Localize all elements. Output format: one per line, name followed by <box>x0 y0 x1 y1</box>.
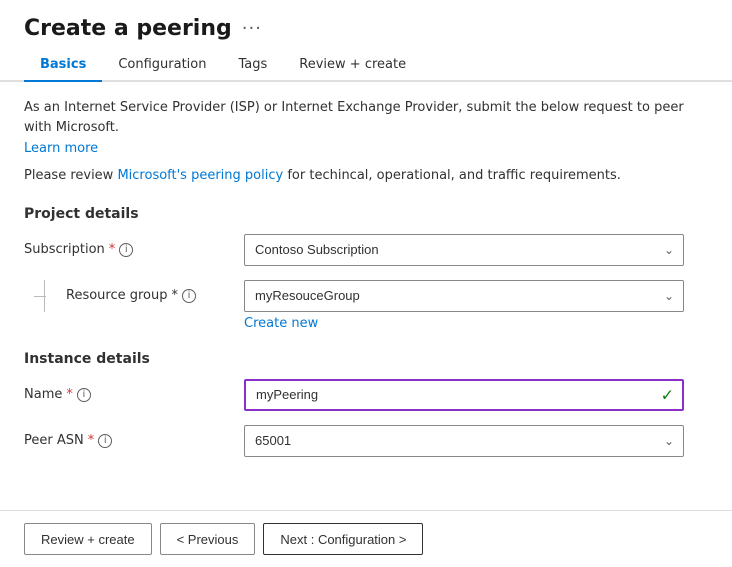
name-control: ✓ <box>244 379 684 411</box>
peer-asn-required: * <box>88 433 95 448</box>
peer-asn-select-wrapper: 65001 ⌄ <box>244 425 684 457</box>
name-check-icon: ✓ <box>661 385 674 404</box>
tab-configuration[interactable]: Configuration <box>102 49 222 82</box>
subscription-required: * <box>109 242 116 257</box>
subscription-info-icon[interactable]: i <box>119 243 133 257</box>
peer-asn-row: Peer ASN * i 65001 ⌄ <box>24 425 708 457</box>
tab-basics[interactable]: Basics <box>24 49 102 82</box>
previous-button[interactable]: < Previous <box>160 523 256 555</box>
create-new-link[interactable]: Create new <box>244 316 318 331</box>
next-configuration-button[interactable]: Next : Configuration > <box>263 523 423 555</box>
subscription-select[interactable]: Contoso Subscription <box>244 234 684 266</box>
resource-group-select[interactable]: myResouceGroup <box>244 280 684 312</box>
resource-group-label-wrapper: Resource group * i <box>54 280 196 312</box>
review-create-button[interactable]: Review + create <box>24 523 152 555</box>
tree-connector <box>34 280 54 312</box>
subscription-label: Subscription * i <box>24 242 244 257</box>
peer-asn-select[interactable]: 65001 <box>244 425 684 457</box>
page-container: Create a peering ··· Basics Configuratio… <box>0 0 732 567</box>
resource-group-info-icon[interactable]: i <box>182 289 196 303</box>
header: Create a peering ··· <box>0 0 732 49</box>
subscription-control: Contoso Subscription ⌄ <box>244 234 684 266</box>
learn-more-link[interactable]: Learn more <box>24 141 98 156</box>
more-options-icon[interactable]: ··· <box>242 18 262 39</box>
tab-review-create[interactable]: Review + create <box>283 49 422 82</box>
name-row: Name * i ✓ <box>24 379 708 411</box>
resource-group-control: myResouceGroup ⌄ Create new <box>244 280 684 331</box>
content-area: As an Internet Service Provider (ISP) or… <box>0 82 732 510</box>
peer-asn-control: 65001 ⌄ <box>244 425 684 457</box>
peer-asn-label: Peer ASN * i <box>24 433 244 448</box>
resource-group-label-area: Resource group * i <box>24 280 244 312</box>
project-details-title: Project details <box>24 206 708 222</box>
subscription-row: Subscription * i Contoso Subscription ⌄ <box>24 234 708 266</box>
tabs-bar: Basics Configuration Tags Review + creat… <box>0 49 732 82</box>
resource-group-select-wrapper: myResouceGroup ⌄ <box>244 280 684 312</box>
page-title: Create a peering <box>24 16 232 41</box>
policy-text: Please review Microsoft's peering policy… <box>24 166 708 186</box>
name-required: * <box>66 387 73 402</box>
resource-group-required: * <box>172 288 179 303</box>
resource-group-section: Resource group * i myResouceGroup ⌄ Crea… <box>24 280 708 331</box>
tree-horizontal-line <box>34 296 46 297</box>
name-input[interactable] <box>244 379 684 411</box>
tab-tags[interactable]: Tags <box>223 49 284 82</box>
name-info-icon[interactable]: i <box>77 388 91 402</box>
name-label: Name * i <box>24 387 244 402</box>
peer-asn-info-icon[interactable]: i <box>98 434 112 448</box>
instance-details-title: Instance details <box>24 351 708 367</box>
footer: Review + create < Previous Next : Config… <box>0 510 732 567</box>
subscription-select-wrapper: Contoso Subscription ⌄ <box>244 234 684 266</box>
name-input-wrapper: ✓ <box>244 379 684 411</box>
peering-policy-link[interactable]: Microsoft's peering policy <box>117 168 283 183</box>
isp-info-text: As an Internet Service Provider (ISP) or… <box>24 98 708 137</box>
